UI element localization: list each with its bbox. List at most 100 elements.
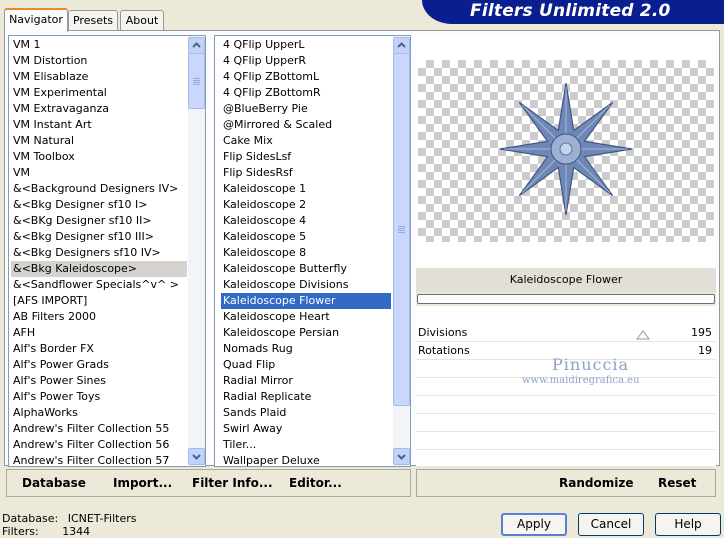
list-item[interactable]: @BlueBerry Pie: [221, 101, 391, 117]
param-row-empty: [416, 432, 716, 450]
filter-list[interactable]: 4 QFlip UpperL 4 QFlip UpperR 4 QFlip ZBot…: [214, 35, 411, 467]
list-item[interactable]: Kaleidoscope 2: [221, 197, 391, 213]
list-item[interactable]: Quad Flip: [221, 357, 391, 373]
list-item[interactable]: VM 1: [11, 37, 187, 53]
list-item[interactable]: [AFS IMPORT]: [11, 293, 187, 309]
watermark-url: www.maidiregrafica.eu: [522, 375, 640, 386]
list-item[interactable]: &<Sandflower Specials^v^ >: [11, 277, 187, 293]
list-item[interactable]: AB Filters 2000: [11, 309, 187, 325]
list-item[interactable]: Alf's Border FX: [11, 341, 187, 357]
slider-pointer-icon[interactable]: [636, 330, 650, 340]
list-item[interactable]: 4 QFlip UpperR: [221, 53, 391, 69]
list-item[interactable]: VM Elisablaze: [11, 69, 187, 85]
status-filters: Filters: 1344: [2, 525, 90, 538]
editor-button[interactable]: Editor...: [289, 474, 342, 492]
tab-navigator[interactable]: Navigator: [4, 8, 68, 32]
list-item[interactable]: Tiler...: [221, 437, 391, 453]
filter-name-label: Kaleidoscope Flower: [416, 268, 716, 292]
database-button[interactable]: Database: [22, 474, 86, 492]
scroll-thumb[interactable]: [393, 53, 410, 406]
list-item[interactable]: @Mirrored & Scaled: [221, 117, 391, 133]
list-item[interactable]: 4 QFlip ZBottomL: [221, 69, 391, 85]
reset-button[interactable]: Reset: [658, 474, 696, 492]
list-item[interactable]: VM Experimental: [11, 85, 187, 101]
import-button[interactable]: Import...: [113, 474, 172, 492]
watermark-name: Pinuccia: [552, 355, 630, 374]
list-item[interactable]: VM Distortion: [11, 53, 187, 69]
app-title: Filters Unlimited 2.0: [470, 1, 671, 21]
help-button[interactable]: Help: [655, 513, 721, 536]
list-item[interactable]: Kaleidoscope Heart: [221, 309, 391, 325]
chevron-up-icon: [192, 42, 201, 48]
list-item[interactable]: Swirl Away: [221, 421, 391, 437]
bottom-toolbar-left: Database Import... Filter Info... Editor…: [6, 469, 411, 497]
category-list[interactable]: VM 1 VM Distortion VM Elisablaze VM Experim…: [8, 35, 206, 467]
list-item[interactable]: 4 QFlip ZBottomR: [221, 85, 391, 101]
list-item[interactable]: &<BKg Designer sf10 II>: [11, 213, 187, 229]
list-item[interactable]: Andrew's Filter Collection 56: [11, 437, 187, 453]
filter-scrollbar[interactable]: [393, 36, 410, 466]
list-item[interactable]: VM Instant Art: [11, 117, 187, 133]
kaleidoscope-flower-image: [499, 82, 633, 216]
list-item[interactable]: Alf's Power Sines: [11, 373, 187, 389]
tab-about[interactable]: About: [120, 10, 164, 30]
preview-image: [418, 60, 714, 242]
bottom-toolbar-right: Randomize Reset: [416, 469, 716, 497]
scroll-thumb[interactable]: [188, 53, 205, 109]
list-item[interactable]: VM Extravaganza: [11, 101, 187, 117]
list-item[interactable]: Radial Mirror: [221, 373, 391, 389]
param-label: Divisions: [418, 326, 468, 339]
list-item[interactable]: Alf's Power Toys: [11, 389, 187, 405]
list-item[interactable]: &<Bkg Designers sf10 IV>: [11, 245, 187, 261]
category-list-items: VM 1 VM Distortion VM Elisablaze VM Experim…: [11, 37, 187, 466]
chevron-down-icon: [192, 454, 201, 460]
list-item[interactable]: VM: [11, 165, 187, 181]
list-item[interactable]: 4 QFlip UpperL: [221, 37, 391, 53]
tab-presets[interactable]: Presets: [68, 10, 118, 30]
filter-list-items: 4 QFlip UpperL 4 QFlip UpperR 4 QFlip ZBot…: [221, 37, 391, 466]
list-item[interactable]: Cake Mix: [221, 133, 391, 149]
scroll-up-button[interactable]: [393, 37, 410, 54]
list-item[interactable]: Kaleidoscope 8: [221, 245, 391, 261]
list-item[interactable]: Wallpaper Deluxe: [221, 453, 391, 466]
list-item[interactable]: VM Natural: [11, 133, 187, 149]
list-item[interactable]: Flip SidesRsf: [221, 165, 391, 181]
filter-info-button[interactable]: Filter Info...: [192, 474, 273, 492]
list-item[interactable]: Andrew's Filter Collection 57: [11, 453, 187, 466]
list-item[interactable]: AFH: [11, 325, 187, 341]
list-item[interactable]: Kaleidoscope 4: [221, 213, 391, 229]
progress-bar: [417, 294, 715, 304]
list-item[interactable]: AlphaWorks: [11, 405, 187, 421]
list-item[interactable]: Kaleidoscope Persian: [221, 325, 391, 341]
list-item[interactable]: Nomads Rug: [221, 341, 391, 357]
list-item[interactable]: &<Bkg Designer sf10 I>: [11, 197, 187, 213]
cancel-button[interactable]: Cancel: [578, 513, 644, 536]
randomize-button[interactable]: Randomize: [559, 474, 633, 492]
param-label: Rotations: [418, 344, 470, 357]
list-item[interactable]: Kaleidoscope Butterfly: [221, 261, 391, 277]
list-item[interactable]: Kaleidoscope 5: [221, 229, 391, 245]
list-item[interactable]: Alf's Power Grads: [11, 357, 187, 373]
list-item[interactable]: &<Bkg Designer sf10 III>: [11, 229, 187, 245]
list-item[interactable]: Kaleidoscope 1: [221, 181, 391, 197]
progress-area: [416, 292, 716, 306]
param-row-divisions[interactable]: Divisions 195: [416, 324, 716, 342]
list-item-selected[interactable]: Kaleidoscope Flower: [221, 293, 391, 309]
param-value: 195: [691, 326, 712, 339]
list-item[interactable]: Andrew's Filter Collection 55: [11, 421, 187, 437]
list-item[interactable]: Kaleidoscope Divisions: [221, 277, 391, 293]
list-item[interactable]: Radial Replicate: [221, 389, 391, 405]
list-item[interactable]: Sands Plaid: [221, 405, 391, 421]
scroll-down-button[interactable]: [393, 448, 410, 465]
list-item[interactable]: VM Toolbox: [11, 149, 187, 165]
scroll-up-button[interactable]: [188, 37, 205, 54]
scroll-down-button[interactable]: [188, 448, 205, 465]
list-item[interactable]: &<Background Designers IV>: [11, 181, 187, 197]
category-scrollbar[interactable]: [188, 36, 205, 466]
status-database-label: Database:: [2, 512, 59, 525]
list-item[interactable]: Flip SidesLsf: [221, 149, 391, 165]
chevron-down-icon: [397, 454, 406, 460]
param-value: 19: [698, 344, 712, 357]
apply-button[interactable]: Apply: [501, 513, 567, 536]
list-item-selected[interactable]: &<Bkg Kaleidoscope>: [11, 261, 187, 277]
